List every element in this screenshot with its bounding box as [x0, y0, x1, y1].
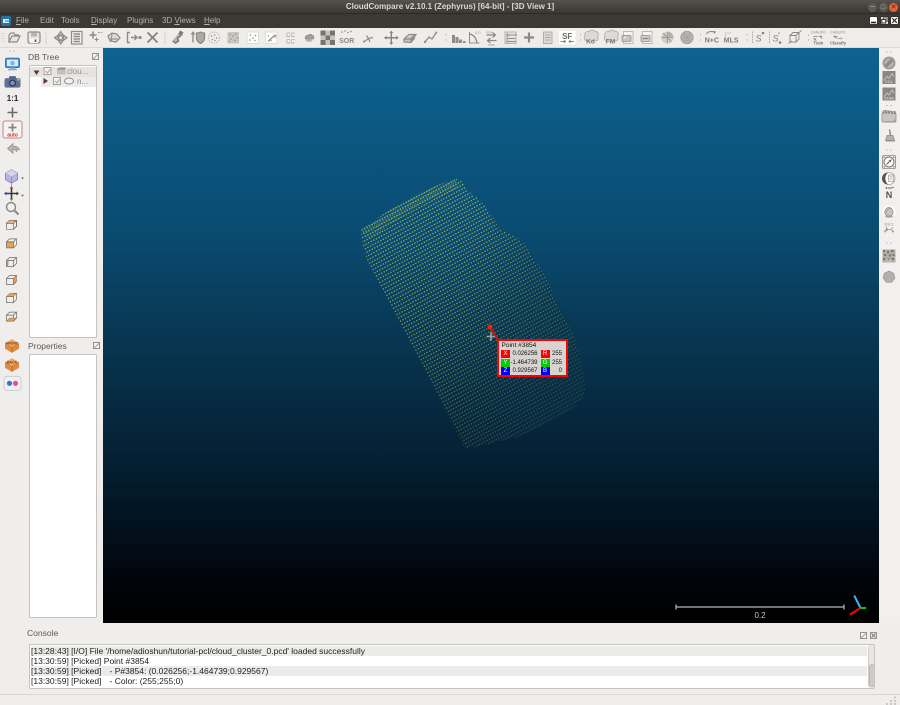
svg-text:STAN: STAN: [884, 97, 894, 101]
svg-text:Train: Train: [813, 41, 823, 46]
svg-text:CANUPO: CANUPO: [830, 31, 846, 35]
svg-text:CCL: CCL: [885, 79, 894, 84]
svg-text:N: N: [886, 190, 893, 200]
svg-text:Kd: Kd: [586, 39, 595, 46]
svg-text:MLS: MLS: [724, 38, 739, 45]
svg-text:FRONT: FRONT: [6, 342, 19, 346]
svg-text:SF: SF: [562, 32, 572, 41]
svg-text:CC: CC: [286, 40, 295, 46]
svg-text:S: S: [755, 34, 761, 44]
svg-text:0.0: 0.0: [475, 30, 481, 35]
svg-text:CANUPO: CANUPO: [811, 31, 827, 35]
svg-text:M3C2: M3C2: [884, 223, 893, 227]
svg-text:0.2: 0.2: [754, 611, 766, 620]
svg-text:1:1: 1:1: [7, 94, 19, 103]
svg-text:S: S: [772, 34, 778, 44]
svg-text:FM: FM: [606, 39, 615, 46]
svg-text:Classify: Classify: [830, 41, 847, 46]
svg-text:min: min: [486, 31, 492, 35]
svg-text:CSF: CSF: [886, 259, 892, 263]
svg-text:N+C: N+C: [705, 38, 719, 45]
svg-text:SOR: SOR: [339, 38, 354, 45]
svg-text:auto: auto: [7, 133, 18, 139]
svg-text:CC: CC: [286, 33, 295, 39]
svg-text:BACK: BACK: [7, 361, 18, 365]
svg-text:max: max: [488, 43, 495, 47]
